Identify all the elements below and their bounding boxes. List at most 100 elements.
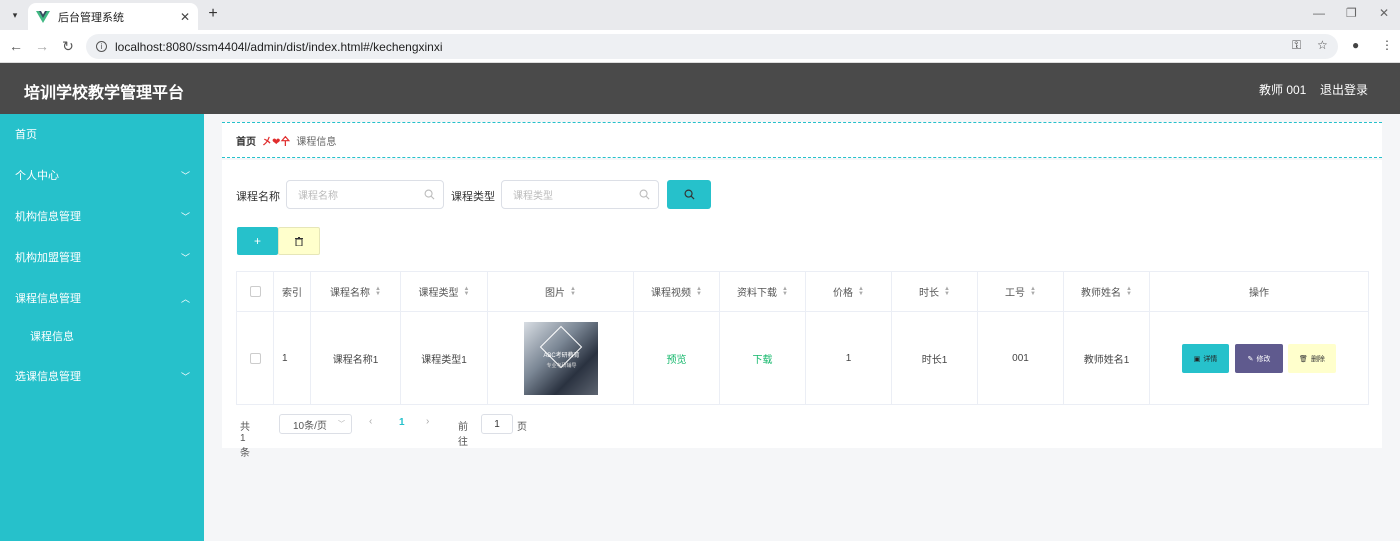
header-label: 教师姓名	[1081, 288, 1122, 299]
page-size-select[interactable]: 10条/页 ﹀	[279, 414, 352, 434]
header-price[interactable]: 价格 ▲ ▼	[806, 272, 892, 312]
sidebar-item-label: 课程信息管理	[15, 293, 81, 305]
cell-price: 1	[806, 312, 892, 404]
header-label: 索引	[282, 288, 302, 299]
breadcrumb-separator: 㐅❤㐃	[262, 136, 291, 148]
restore-icon[interactable]: ❐	[1346, 6, 1357, 20]
course-type-input[interactable]: 课程类型	[501, 180, 659, 209]
goto-label: 前往	[458, 422, 468, 448]
header-video[interactable]: 课程视频 ▲ ▼	[634, 272, 720, 312]
header-select-all[interactable]	[237, 272, 274, 312]
row-select[interactable]	[237, 312, 274, 404]
sidebar-item-label: 机构加盟管理	[15, 252, 81, 264]
header-job-no[interactable]: 工号 ▲ ▼	[978, 272, 1064, 312]
pagination-total: 共 1 条	[240, 422, 250, 459]
course-thumbnail[interactable]: ABC考研教育 专业考研辅导	[523, 321, 598, 395]
header-image[interactable]: 图片 ▲ ▼	[488, 272, 634, 312]
cell-teacher: 教师姓名1	[1064, 312, 1150, 404]
delete-button[interactable]: 🗑 删除	[1288, 344, 1336, 373]
reload-icon[interactable]: ↻	[59, 38, 77, 55]
header-label: 课程视频	[651, 288, 692, 299]
profile-icon[interactable]: ●	[1352, 38, 1359, 52]
cell-course-name: 课程名称1	[311, 312, 401, 404]
header-label: 时长	[919, 288, 940, 299]
header-teacher[interactable]: 教师姓名 ▲ ▼	[1064, 272, 1150, 312]
cell-duration: 时长1	[892, 312, 978, 404]
course-name-input[interactable]: 课程名称	[286, 180, 444, 209]
header-course-type[interactable]: 课程类型 ▲ ▼	[401, 272, 488, 312]
download-link[interactable]: 下载	[753, 351, 773, 366]
password-key-icon[interactable]: ⚿	[1292, 38, 1301, 53]
add-button[interactable]: +	[237, 227, 278, 255]
sidebar-item-institution-info[interactable]: 机构信息管理 ﹀	[0, 196, 204, 236]
minimize-icon[interactable]: —	[1313, 6, 1325, 20]
bookmark-star-icon[interactable]: ☆	[1317, 38, 1328, 52]
sidebar-item-personal-center[interactable]: 个人中心 ﹀	[0, 155, 204, 195]
sidebar-item-enrollment-management[interactable]: 选课信息管理 ﹀	[0, 356, 204, 396]
browser-menu-icon[interactable]: ⋮	[1381, 38, 1393, 52]
select-all-checkbox[interactable]	[249, 286, 261, 297]
tab-close-icon[interactable]: ✕	[180, 10, 190, 24]
cell-video: 预览	[634, 312, 720, 404]
sort-icon[interactable]: ▲ ▼	[375, 286, 381, 297]
header-duration[interactable]: 时长 ▲ ▼	[892, 272, 978, 312]
sort-icon[interactable]: ▲ ▼	[858, 286, 864, 297]
app-header: 培训学校教学管理平台 教师 001 退出登录	[0, 63, 1400, 114]
breadcrumb-home[interactable]: 首页	[236, 133, 256, 148]
sort-icon[interactable]: ▲ ▼	[782, 286, 788, 297]
batch-delete-button[interactable]	[278, 227, 320, 255]
sort-icon[interactable]: ▲ ▼	[570, 286, 576, 297]
sidebar-item-course-info[interactable]: 课程信息	[0, 316, 204, 356]
vue-favicon-icon	[36, 10, 50, 23]
search-button[interactable]	[667, 180, 711, 209]
browser-address-bar: ← → ↻ i localhost:8080/ssm4404l/admin/di…	[0, 30, 1400, 63]
detail-label: 详情	[1203, 355, 1218, 363]
back-icon[interactable]: ←	[7, 38, 25, 54]
edit-label: 修改	[1256, 355, 1271, 363]
prev-page-icon[interactable]: ‹	[369, 416, 372, 427]
goto-page-input[interactable]: 1	[481, 414, 513, 434]
next-page-icon[interactable]: ›	[426, 416, 429, 427]
sidebar-item-institution-franchise[interactable]: 机构加盟管理 ﹀	[0, 237, 204, 277]
tab-list-dropdown[interactable]: ▾	[6, 6, 24, 24]
header-index: 索引	[274, 272, 311, 312]
row-checkbox[interactable]	[249, 352, 261, 364]
url-bar[interactable]: i localhost:8080/ssm4404l/admin/dist/ind…	[86, 34, 1338, 59]
page-size-value: 10条/页	[293, 420, 327, 432]
sidebar-item-label: 个人中心	[15, 170, 59, 182]
window-close-icon[interactable]: ✕	[1379, 6, 1389, 20]
page-number-current[interactable]: 1	[399, 417, 405, 428]
chevron-down-icon: ﹀	[180, 170, 190, 181]
course-name-label: 课程名称	[236, 191, 280, 203]
header-label: 操作	[1249, 288, 1269, 299]
sidebar-item-label: 机构信息管理	[15, 211, 81, 223]
sort-icon[interactable]: ▲ ▼	[1030, 286, 1036, 297]
cell-image: ABC考研教育 专业考研辅导	[488, 312, 634, 404]
search-icon	[639, 189, 650, 200]
sort-icon[interactable]: ▲ ▼	[464, 286, 470, 297]
course-name-placeholder: 课程名称	[298, 191, 338, 202]
header-course-name[interactable]: 课程名称 ▲ ▼	[311, 272, 401, 312]
chevron-down-icon: ﹀	[180, 371, 190, 382]
new-tab-button[interactable]: +	[204, 5, 222, 23]
header-download[interactable]: 资料下载 ▲ ▼	[720, 272, 806, 312]
chevron-up-icon: ︿	[180, 293, 190, 304]
thumbnail-subtitle: 专业考研辅导	[546, 362, 577, 369]
delete-label: 删除	[1310, 355, 1325, 363]
chevron-down-icon: ﹀	[338, 421, 345, 428]
sort-icon[interactable]: ▲ ▼	[1126, 286, 1132, 297]
sidebar-item-course-management[interactable]: 课程信息管理 ︿	[0, 278, 204, 318]
sort-icon[interactable]: ▲ ▼	[696, 286, 702, 297]
sidebar-item-home[interactable]: 首页	[0, 114, 204, 154]
site-info-icon[interactable]: i	[96, 41, 107, 52]
breadcrumb: 首页 㐅❤㐃 课程信息	[222, 122, 1382, 158]
forward-icon[interactable]: →	[33, 38, 51, 54]
browser-tab[interactable]: 后台管理系统 ✕	[28, 3, 198, 30]
logout-link[interactable]: 退出登录	[1320, 81, 1368, 98]
sort-icon[interactable]: ▲ ▼	[944, 286, 950, 297]
search-icon	[424, 189, 435, 200]
preview-link[interactable]: 预览	[667, 351, 687, 366]
detail-button[interactable]: ▣ 详情	[1182, 344, 1229, 373]
edit-button[interactable]: ✎ 修改	[1235, 344, 1283, 373]
search-icon	[684, 189, 695, 200]
